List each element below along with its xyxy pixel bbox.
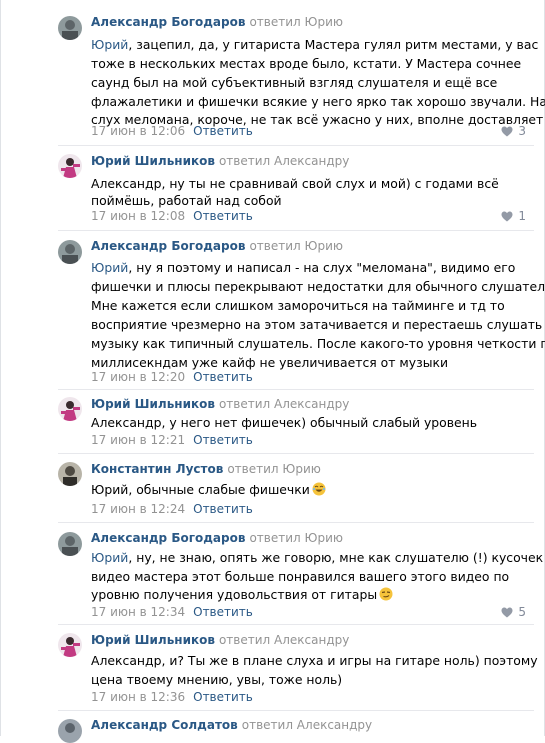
avatar-shilnikov[interactable] <box>58 633 82 657</box>
like-count: 1 <box>518 209 526 223</box>
reply-to-label[interactable]: ответил Александру <box>219 154 349 168</box>
reply-button[interactable]: Ответить <box>193 605 253 619</box>
comment-date[interactable]: 17 июн в 12:08 <box>91 209 185 223</box>
heart-icon <box>501 126 513 136</box>
divider <box>58 710 534 711</box>
like-button[interactable]: 5 <box>501 605 526 619</box>
avatar-shilnikov[interactable] <box>58 397 82 421</box>
comment-text: музыку как типичный слушатель. После как… <box>91 336 545 351</box>
comment-date[interactable]: 17 июн в 12:06 <box>91 124 185 138</box>
reply-button[interactable]: Ответить <box>193 690 253 704</box>
comment-text: видео мастера этот больше понравился ваш… <box>91 569 510 584</box>
comment-text: тоже в нескольких местах вроде было, кст… <box>91 56 522 71</box>
heart-icon <box>501 607 513 617</box>
comment-text: , ну, не знаю, опять же говорю, мне как … <box>128 550 544 565</box>
reply-button[interactable]: Ответить <box>193 502 253 516</box>
divider <box>58 453 534 454</box>
comment-author[interactable]: Александр Солдатов <box>91 718 238 732</box>
comment-text: Мне кажется если слишком заморочиться на… <box>91 298 505 313</box>
mention-link[interactable]: Юрий <box>91 37 128 52</box>
reply-button[interactable]: Ответить <box>193 209 253 223</box>
divider <box>58 624 534 625</box>
reply-to-label[interactable]: ответил Юрию <box>249 239 343 253</box>
divider <box>58 145 534 146</box>
reply-to-label[interactable]: ответил Юрию <box>227 462 321 476</box>
divider <box>58 389 534 390</box>
comment-author[interactable]: Александр Богодаров <box>91 239 245 253</box>
comment-text: Александр, и? Ты же в плане слуха и игры… <box>91 653 538 668</box>
avatar-shilnikov[interactable] <box>58 154 82 178</box>
avatar-soldatov[interactable] <box>58 719 82 743</box>
comment-text: флажалетики и фишечки всякие у него ярко… <box>91 94 545 109</box>
mention-link[interactable]: Юрий <box>91 260 128 275</box>
comments-panel: Александр Богодаров ответил Юрию Юрий, за… <box>0 0 545 743</box>
comment-date[interactable]: 17 июн в 12:24 <box>91 502 185 516</box>
reply-to-label[interactable]: ответил Юрию <box>249 15 343 29</box>
comment-author[interactable]: Александр Богодаров <box>91 15 245 29</box>
comment-date[interactable]: 17 июн в 12:20 <box>91 370 185 384</box>
comment-author[interactable]: Константин Лустов <box>91 462 223 476</box>
like-count: 3 <box>518 124 526 138</box>
reply-button[interactable]: Ответить <box>193 124 253 138</box>
comment-text: Александр, ну ты не сравнивай свой слух … <box>91 176 499 191</box>
comment-text: Александр, у него нет фишечек) обычный с… <box>91 415 478 430</box>
avatar-bogodarov[interactable] <box>58 16 82 40</box>
comment-text: Юрий, обычные слабые фишечки <box>91 482 310 497</box>
comment-author[interactable]: Юрий Шильников <box>91 154 215 168</box>
reply-to-label[interactable]: ответил Александру <box>242 718 372 732</box>
avatar-lustov[interactable] <box>58 462 82 486</box>
comment-text: цена твоему мнению, увы, тоже ноль) <box>91 672 343 687</box>
comment-date[interactable]: 17 июн в 12:36 <box>91 690 185 704</box>
comment-text: поймёшь, работай над собой <box>91 193 282 208</box>
heart-icon <box>501 211 513 221</box>
comment-author[interactable]: Александр Богодаров <box>91 531 245 545</box>
reply-button[interactable]: Ответить <box>193 433 253 447</box>
comment-text: , ну я поэтому и написал - на слух "мело… <box>128 260 516 275</box>
divider <box>58 522 534 523</box>
divider <box>58 230 534 231</box>
avatar-bogodarov[interactable] <box>58 240 82 264</box>
comment-text: восприятие чрезмерно на этом затачиваетс… <box>91 317 543 332</box>
avatar-bogodarov[interactable] <box>58 532 82 556</box>
comment-text: миллисекндам уже кайф не увеличивается о… <box>91 355 449 370</box>
reply-to-label[interactable]: ответил Юрию <box>249 531 343 545</box>
comment-text: уровню получения удовольствия от гитары <box>91 587 378 602</box>
reply-to-label[interactable]: ответил Александру <box>219 633 349 647</box>
like-button[interactable]: 3 <box>501 124 526 138</box>
smirking-emoji-icon <box>379 587 393 601</box>
comment-text: , зацепил, да, у гитариста Мастера гулял… <box>128 37 539 52</box>
comment-date[interactable]: 17 июн в 12:34 <box>91 605 185 619</box>
like-count: 5 <box>518 605 526 619</box>
comment-author[interactable]: Юрий Шильников <box>91 397 215 411</box>
comment-date[interactable]: 17 июн в 12:21 <box>91 433 185 447</box>
laughing-emoji-icon <box>312 482 326 496</box>
mention-link[interactable]: Юрий <box>91 550 128 565</box>
comment-author[interactable]: Юрий Шильников <box>91 633 215 647</box>
reply-to-label[interactable]: ответил Александру <box>219 397 349 411</box>
reply-button[interactable]: Ответить <box>193 370 253 384</box>
like-button[interactable]: 1 <box>501 209 526 223</box>
comment-text: саунд был на мой субъективный взгляд слу… <box>91 75 498 90</box>
comment-text: фишечки и плюсы перекрывают недостатки д… <box>91 279 545 294</box>
